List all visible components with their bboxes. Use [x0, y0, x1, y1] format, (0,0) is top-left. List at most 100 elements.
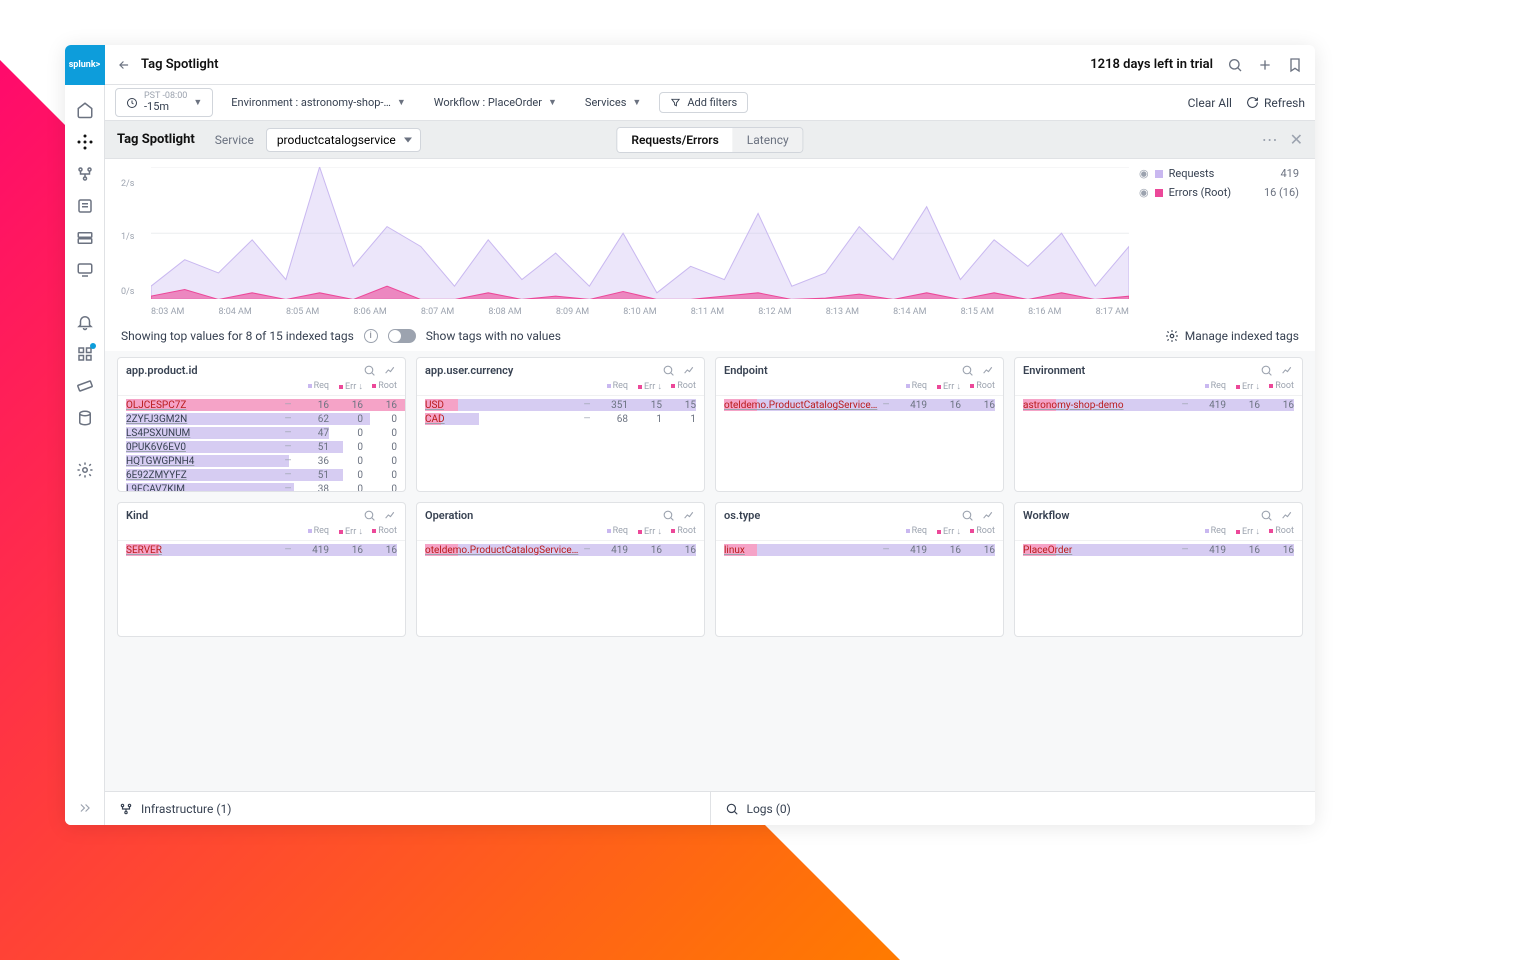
card-search-icon[interactable] — [363, 364, 376, 377]
err-value: 0 — [329, 456, 363, 467]
footer-infrastructure[interactable]: Infrastructure (1) — [105, 792, 711, 825]
tag-value-row[interactable]: CAD—6811 — [425, 412, 696, 426]
tag-value-row[interactable]: 0PUK6V6EV0—5100 — [126, 440, 397, 454]
list-icon[interactable] — [76, 197, 94, 215]
tag-cards-grid: app.product.idReqErr ↓RootOLJCESPC7Z—161… — [105, 351, 1315, 791]
col-req: Req — [1192, 526, 1226, 537]
tab-requests-errors[interactable]: Requests/Errors — [617, 128, 732, 152]
card-search-icon[interactable] — [961, 509, 974, 522]
err-value: 0 — [329, 484, 363, 492]
refresh-button[interactable]: Refresh — [1246, 96, 1305, 110]
add-icon[interactable] — [1257, 57, 1273, 73]
trend-indicator: — — [879, 400, 893, 410]
eye-icon[interactable]: ◉ — [1139, 167, 1149, 180]
x-tick: 8:14 AM — [893, 307, 926, 317]
tag-value-row[interactable]: SERVER—4191616 — [126, 543, 397, 557]
bookmark-icon[interactable] — [1287, 57, 1303, 73]
tag-value-row[interactable]: PlaceOrder—4191616 — [1023, 543, 1294, 557]
back-button[interactable] — [117, 58, 131, 72]
server-icon[interactable] — [76, 229, 94, 247]
tag-value-label: L9ECAV7KIM — [126, 484, 281, 492]
service-select[interactable]: productcatalogservice — [266, 128, 421, 152]
card-search-icon[interactable] — [1260, 364, 1273, 377]
card-title: Kind — [126, 509, 148, 522]
grid-icon[interactable] — [76, 345, 94, 363]
legend-item-requests[interactable]: ◉ Requests 419 — [1139, 167, 1299, 180]
x-tick: 8:10 AM — [623, 307, 656, 317]
tag-value-row[interactable]: OLJCESPC7Z—161616 — [126, 398, 397, 412]
legend-item-errors[interactable]: ◉ Errors (Root) 16 (16) — [1139, 186, 1299, 199]
card-search-icon[interactable] — [662, 364, 675, 377]
card-search-icon[interactable] — [1260, 509, 1273, 522]
tag-value-row[interactable]: oteldemo.ProductCatalogService…—4191616 — [425, 543, 696, 557]
tag-value-row[interactable]: linux—4191616 — [724, 543, 995, 557]
card-chart-icon[interactable] — [683, 509, 696, 522]
tag-value-row[interactable]: 6E92ZMYYFZ—5100 — [126, 468, 397, 482]
trend-indicator: — — [281, 442, 295, 452]
card-title: app.product.id — [126, 364, 198, 377]
col-root: Root — [961, 381, 995, 392]
card-search-icon[interactable] — [961, 364, 974, 377]
tag-value-row[interactable]: HQTGWGPNH4—3600 — [126, 454, 397, 468]
card-chart-icon[interactable] — [1281, 364, 1294, 377]
tag-value-row[interactable]: LS4PSXUNUM—4700 — [126, 426, 397, 440]
req-value: 38 — [295, 484, 329, 492]
time-range-picker[interactable]: PST -08:00 -15m ▼ — [115, 88, 213, 117]
card-chart-icon[interactable] — [384, 364, 397, 377]
card-chart-icon[interactable] — [1281, 509, 1294, 522]
search-icon[interactable] — [1227, 57, 1243, 73]
col-root: Root — [1260, 381, 1294, 392]
expand-sidebar-icon[interactable] — [78, 801, 92, 815]
card-chart-icon[interactable] — [982, 364, 995, 377]
tab-latency[interactable]: Latency — [733, 128, 803, 152]
tag-value-row[interactable]: L9ECAV7KIM—3800 — [126, 482, 397, 491]
card-chart-icon[interactable] — [683, 364, 696, 377]
ruler-icon[interactable] — [76, 377, 94, 395]
close-icon[interactable]: ✕ — [1290, 130, 1303, 149]
col-root: Root — [662, 526, 696, 537]
monitor-icon[interactable] — [76, 261, 94, 279]
clear-all-button[interactable]: Clear All — [1188, 96, 1232, 110]
topbar: Tag Spotlight 1218 days left in trial — [105, 45, 1315, 85]
root-value: 16 — [961, 400, 995, 411]
col-root: Root — [662, 381, 696, 392]
more-options-icon[interactable]: ⋯ — [1262, 130, 1278, 149]
card-search-icon[interactable] — [363, 509, 376, 522]
y-tick: 0/s — [121, 287, 134, 297]
info-icon[interactable]: i — [364, 329, 378, 343]
req-value: 419 — [893, 400, 927, 411]
col-root: Root — [1260, 526, 1294, 537]
show-no-values-toggle[interactable] — [388, 329, 416, 343]
card-chart-icon[interactable] — [982, 509, 995, 522]
tag-value-row[interactable]: 2ZYFJ3GM2N—6200 — [126, 412, 397, 426]
tag-card: EndpointReqErr ↓Roototeldemo.ProductCata… — [715, 357, 1004, 492]
topology-icon[interactable] — [76, 165, 94, 183]
tag-value-row[interactable]: oteldemo.ProductCatalogService…—4191616 — [724, 398, 995, 412]
trend-indicator: — — [281, 456, 295, 466]
gear-icon[interactable] — [76, 461, 94, 479]
workflow-filter[interactable]: Workflow : PlaceOrder▼ — [424, 93, 567, 112]
trend-indicator: — — [1178, 545, 1192, 555]
database-icon[interactable] — [76, 409, 94, 427]
sidebar: splunk> — [65, 45, 105, 825]
apm-icon[interactable] — [76, 133, 94, 151]
card-search-icon[interactable] — [662, 509, 675, 522]
services-filter[interactable]: Services▼ — [575, 93, 651, 112]
manage-indexed-tags-link[interactable]: Manage indexed tags — [1165, 329, 1299, 343]
tag-value-row[interactable]: USD—3511515 — [425, 398, 696, 412]
err-value: 16 — [329, 400, 363, 411]
eye-icon[interactable]: ◉ — [1139, 186, 1149, 199]
err-value: 16 — [1226, 400, 1260, 411]
col-req: Req — [1192, 381, 1226, 392]
metric-tabs: Requests/Errors Latency — [616, 127, 803, 153]
root-value: 15 — [662, 400, 696, 411]
bell-icon[interactable] — [76, 313, 94, 331]
tag-value-row[interactable]: astronomy-shop-demo—4191616 — [1023, 398, 1294, 412]
footer-logs[interactable]: Logs (0) — [711, 792, 1316, 825]
home-icon[interactable] — [76, 101, 94, 119]
splunk-logo[interactable]: splunk> — [65, 45, 105, 85]
environment-filter[interactable]: Environment : astronomy-shop-…▼ — [221, 93, 415, 112]
add-filters-button[interactable]: Add filters — [659, 92, 748, 113]
trial-status: 1218 days left in trial — [1090, 57, 1213, 72]
card-chart-icon[interactable] — [384, 509, 397, 522]
